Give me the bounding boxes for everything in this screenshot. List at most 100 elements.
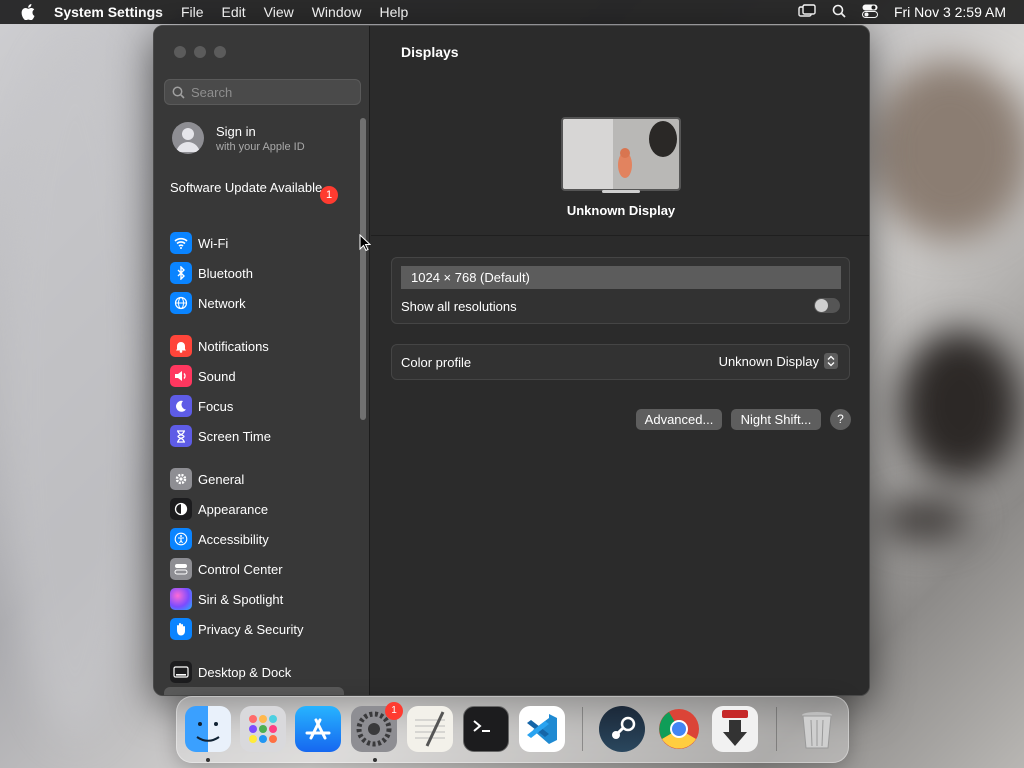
app-store-icon[interactable] [295, 706, 341, 752]
divider [371, 235, 869, 236]
apple-id-signin[interactable]: Sign in with your Apple ID [172, 122, 305, 154]
signin-title: Sign in [216, 123, 256, 139]
dock-icon [170, 661, 192, 683]
main-pane: Displays Unknown Display 1024 × 768 (Def… [371, 26, 869, 695]
terminal-icon[interactable] [463, 706, 509, 752]
sidebar-item-label: Desktop & Dock [198, 664, 292, 680]
page-title: Displays [401, 44, 459, 60]
menu-window[interactable]: Window [312, 4, 362, 20]
software-update-label[interactable]: Software Update Available [170, 180, 340, 196]
finder-icon[interactable] [185, 706, 231, 752]
sidebar-item-wifi[interactable]: Wi-Fi [170, 231, 228, 255]
help-button[interactable]: ? [830, 409, 851, 430]
sidebar-item-focus[interactable]: Focus [170, 394, 233, 418]
color-profile-select[interactable]: Unknown Display [719, 353, 838, 369]
apple-menu-icon[interactable] [18, 2, 38, 22]
menu-bar: System Settings File Edit View Window He… [0, 0, 1024, 24]
screen-mirroring-icon[interactable] [798, 3, 816, 21]
steam-icon[interactable] [599, 706, 645, 752]
sidebar-item-general[interactable]: General [170, 467, 244, 491]
sidebar: Search Sign in with your Apple ID Softwa… [154, 26, 370, 695]
color-profile-panel: Color profile Unknown Display [391, 344, 850, 380]
color-profile-value: Unknown Display [718, 353, 819, 369]
sidebar-item-notifications[interactable]: Notifications [170, 334, 269, 358]
hourglass-icon [170, 425, 192, 447]
sidebar-item-label: General [198, 471, 245, 487]
sidebar-item-label: Appearance [198, 501, 269, 517]
wallpaper-shape [870, 60, 1024, 240]
transmission-icon[interactable] [712, 706, 758, 752]
siri-icon [170, 588, 192, 610]
sidebar-item-control-center[interactable]: Control Center [170, 557, 283, 581]
bluetooth-icon [170, 262, 192, 284]
search-field[interactable]: Search [164, 79, 361, 105]
spotlight-search-icon[interactable] [832, 4, 846, 21]
menu-file[interactable]: File [181, 4, 204, 20]
sidebar-item-accessibility[interactable]: Accessibility [170, 527, 269, 551]
control-center-icon[interactable] [861, 4, 878, 21]
update-count-badge: 1 [320, 186, 338, 204]
accessibility-icon [170, 528, 192, 550]
search-icon [172, 86, 185, 99]
sidebar-item-screen-time[interactable]: Screen Time [170, 424, 271, 448]
sidebar-item-privacy-security[interactable]: Privacy & Security [170, 617, 303, 641]
vscode-icon[interactable] [519, 706, 565, 752]
mouse-cursor-icon [359, 234, 371, 252]
menubar-extras: Fri Nov 3 2:59 AM [798, 0, 1006, 24]
launchpad-icon[interactable] [240, 706, 286, 752]
display-thumbnail[interactable] [561, 117, 681, 191]
speaker-icon [170, 365, 192, 387]
resolution-panel: 1024 × 768 (Default) Show all resolution… [391, 257, 850, 324]
sidebar-scrollbar[interactable] [360, 118, 366, 420]
sidebar-item-label: Siri & Spotlight [198, 591, 284, 607]
hand-icon [170, 618, 192, 640]
appearance-icon [170, 498, 192, 520]
settings-window: Search Sign in with your Apple ID Softwa… [153, 25, 870, 696]
menu-help[interactable]: Help [380, 4, 409, 20]
sidebar-item-label: Control Center [198, 561, 283, 577]
sidebar-item-label: Screen Time [198, 428, 271, 444]
display-name: Unknown Display [566, 203, 676, 218]
menu-edit[interactable]: Edit [222, 4, 246, 20]
sidebar-item-desktop-dock[interactable]: Desktop & Dock [170, 660, 291, 684]
menu-app-name[interactable]: System Settings [54, 4, 163, 20]
gear-icon [170, 468, 192, 490]
sidebar-item-siri-spotlight[interactable]: Siri & Spotlight [170, 587, 283, 611]
sidebar-item-sound[interactable]: Sound [170, 364, 236, 388]
color-profile-label: Color profile [401, 355, 472, 370]
running-indicator [373, 758, 377, 762]
sidebar-item-label: Accessibility [198, 531, 269, 547]
resolution-option[interactable]: 1024 × 768 (Default) [401, 266, 841, 289]
window-controls [174, 46, 226, 58]
sidebar-item-network[interactable]: Network [170, 291, 246, 315]
sidebar-item-appearance[interactable]: Appearance [170, 497, 268, 521]
close-button[interactable] [174, 46, 186, 58]
show-all-resolutions-label: Show all resolutions [401, 299, 517, 314]
sidebar-item-label: Focus [198, 398, 234, 414]
wallpaper-shape [880, 500, 970, 540]
sidebar-item-label: Notifications [198, 338, 269, 354]
dock-separator [776, 707, 777, 751]
minimize-button[interactable] [194, 46, 206, 58]
wifi-icon [170, 232, 192, 254]
sidebar-item-label: Sound [198, 368, 236, 384]
dock-badge: 1 [385, 702, 403, 720]
show-all-resolutions-toggle[interactable] [814, 298, 840, 313]
wallpaper-shape [900, 330, 1020, 480]
wallpaper-shape [0, 40, 150, 740]
menu-view[interactable]: View [264, 4, 294, 20]
trash-icon[interactable] [794, 706, 840, 752]
advanced-button[interactable]: Advanced... [636, 409, 722, 430]
menubar-clock[interactable]: Fri Nov 3 2:59 AM [894, 4, 1006, 20]
dock: 1 [176, 696, 849, 763]
zoom-button[interactable] [214, 46, 226, 58]
night-shift-button[interactable]: Night Shift... [731, 409, 821, 430]
sidebar-item-label: Network [198, 295, 246, 311]
sidebar-selection-highlight[interactable] [164, 687, 344, 695]
avatar [172, 122, 204, 154]
sidebar-item-label: Privacy & Security [198, 621, 304, 637]
chrome-icon[interactable] [656, 706, 702, 752]
globe-icon [170, 292, 192, 314]
sidebar-item-bluetooth[interactable]: Bluetooth [170, 261, 253, 285]
textedit-icon[interactable] [407, 706, 453, 752]
